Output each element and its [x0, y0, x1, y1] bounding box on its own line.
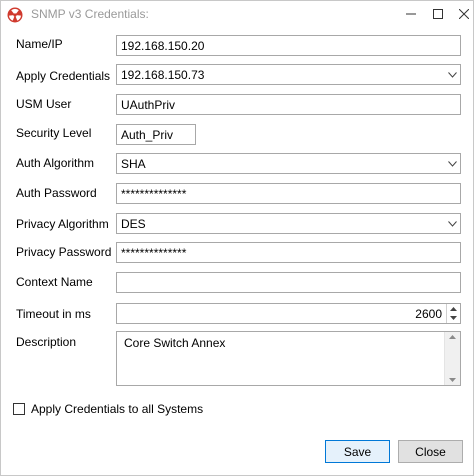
close-window-button[interactable] — [449, 1, 474, 27]
apply-credentials-dropdown-button[interactable] — [444, 65, 460, 84]
usm-user-label: USM User — [16, 97, 72, 111]
maximize-icon — [433, 9, 443, 19]
privacy-algorithm-dropdown-button[interactable] — [444, 214, 460, 233]
auth-password-input[interactable]: ************** — [116, 183, 461, 204]
privacy-password-label: Privacy Password — [16, 245, 112, 259]
title-bar[interactable]: SNMP v3 Credentials: — [1, 1, 473, 29]
context-name-label: Context Name — [16, 275, 93, 289]
close-icon — [459, 9, 469, 19]
privacy-password-value: ************** — [121, 246, 187, 260]
privacy-algorithm-value: DES — [121, 217, 146, 231]
minimize-button[interactable] — [396, 1, 426, 27]
auth-password-value: ************** — [121, 187, 187, 201]
privacy-algorithm-label: Privacy Algorithm — [16, 217, 109, 231]
close-button[interactable]: Close — [398, 440, 463, 463]
description-label: Description — [16, 335, 77, 349]
window-title: SNMP v3 Credentials: — [31, 7, 149, 21]
security-level-value: Auth_Priv — [121, 128, 174, 142]
auth-algorithm-value: SHA — [121, 157, 146, 171]
name-ip-value: 192.168.150.20 — [121, 39, 205, 53]
apply-all-systems-checkbox[interactable] — [13, 403, 25, 415]
minimize-icon — [406, 13, 416, 15]
apply-credentials-value: 192.168.150.73 — [121, 68, 205, 82]
apply-credentials-combo[interactable]: 192.168.150.73 — [116, 64, 461, 85]
timeout-spin-buttons — [446, 304, 460, 323]
save-button[interactable]: Save — [325, 440, 390, 463]
name-ip-label: Name/IP — [16, 37, 63, 51]
auth-algorithm-dropdown-button[interactable] — [444, 154, 460, 173]
timeout-value: 2600 — [415, 307, 442, 321]
caret-up-icon — [450, 306, 457, 311]
name-ip-input[interactable]: 192.168.150.20 — [116, 35, 461, 56]
usm-user-value: UAuthPriv — [121, 98, 176, 112]
timeout-increment-button[interactable] — [447, 304, 460, 313]
apply-all-systems-row[interactable]: Apply Credentials to all Systems — [13, 401, 203, 417]
scroll-down-icon[interactable] — [449, 378, 456, 382]
auth-algorithm-label: Auth Algorithm — [16, 156, 95, 170]
security-level-label: Security Level — [16, 126, 92, 140]
context-name-input[interactable] — [116, 272, 461, 293]
privacy-password-input[interactable]: ************** — [116, 242, 461, 263]
description-textarea[interactable]: Core Switch Annex — [116, 331, 461, 386]
description-scrollbar[interactable] — [444, 332, 460, 385]
auth-password-label: Auth Password — [16, 186, 97, 200]
timeout-stepper[interactable]: 2600 — [116, 303, 461, 324]
radiation-icon — [7, 7, 23, 23]
privacy-algorithm-combo[interactable]: DES — [116, 213, 461, 234]
security-level-combo[interactable]: Auth_Priv — [116, 124, 196, 145]
timeout-decrement-button[interactable] — [447, 313, 460, 322]
chevron-down-icon — [447, 220, 457, 227]
chevron-down-icon — [447, 160, 457, 167]
apply-credentials-label: Apply Credentials — [16, 69, 111, 83]
timeout-label: Timeout in ms — [16, 307, 91, 321]
chevron-down-icon — [447, 71, 457, 78]
scroll-up-icon[interactable] — [449, 335, 456, 339]
usm-user-input[interactable]: UAuthPriv — [116, 94, 461, 115]
caret-down-icon — [450, 315, 457, 320]
description-value: Core Switch Annex — [124, 336, 226, 350]
auth-algorithm-combo[interactable]: SHA — [116, 153, 461, 174]
apply-all-systems-label: Apply Credentials to all Systems — [31, 402, 204, 416]
snmp-credentials-dialog: SNMP v3 Credentials: Name/IP 192.168.150… — [0, 0, 474, 476]
